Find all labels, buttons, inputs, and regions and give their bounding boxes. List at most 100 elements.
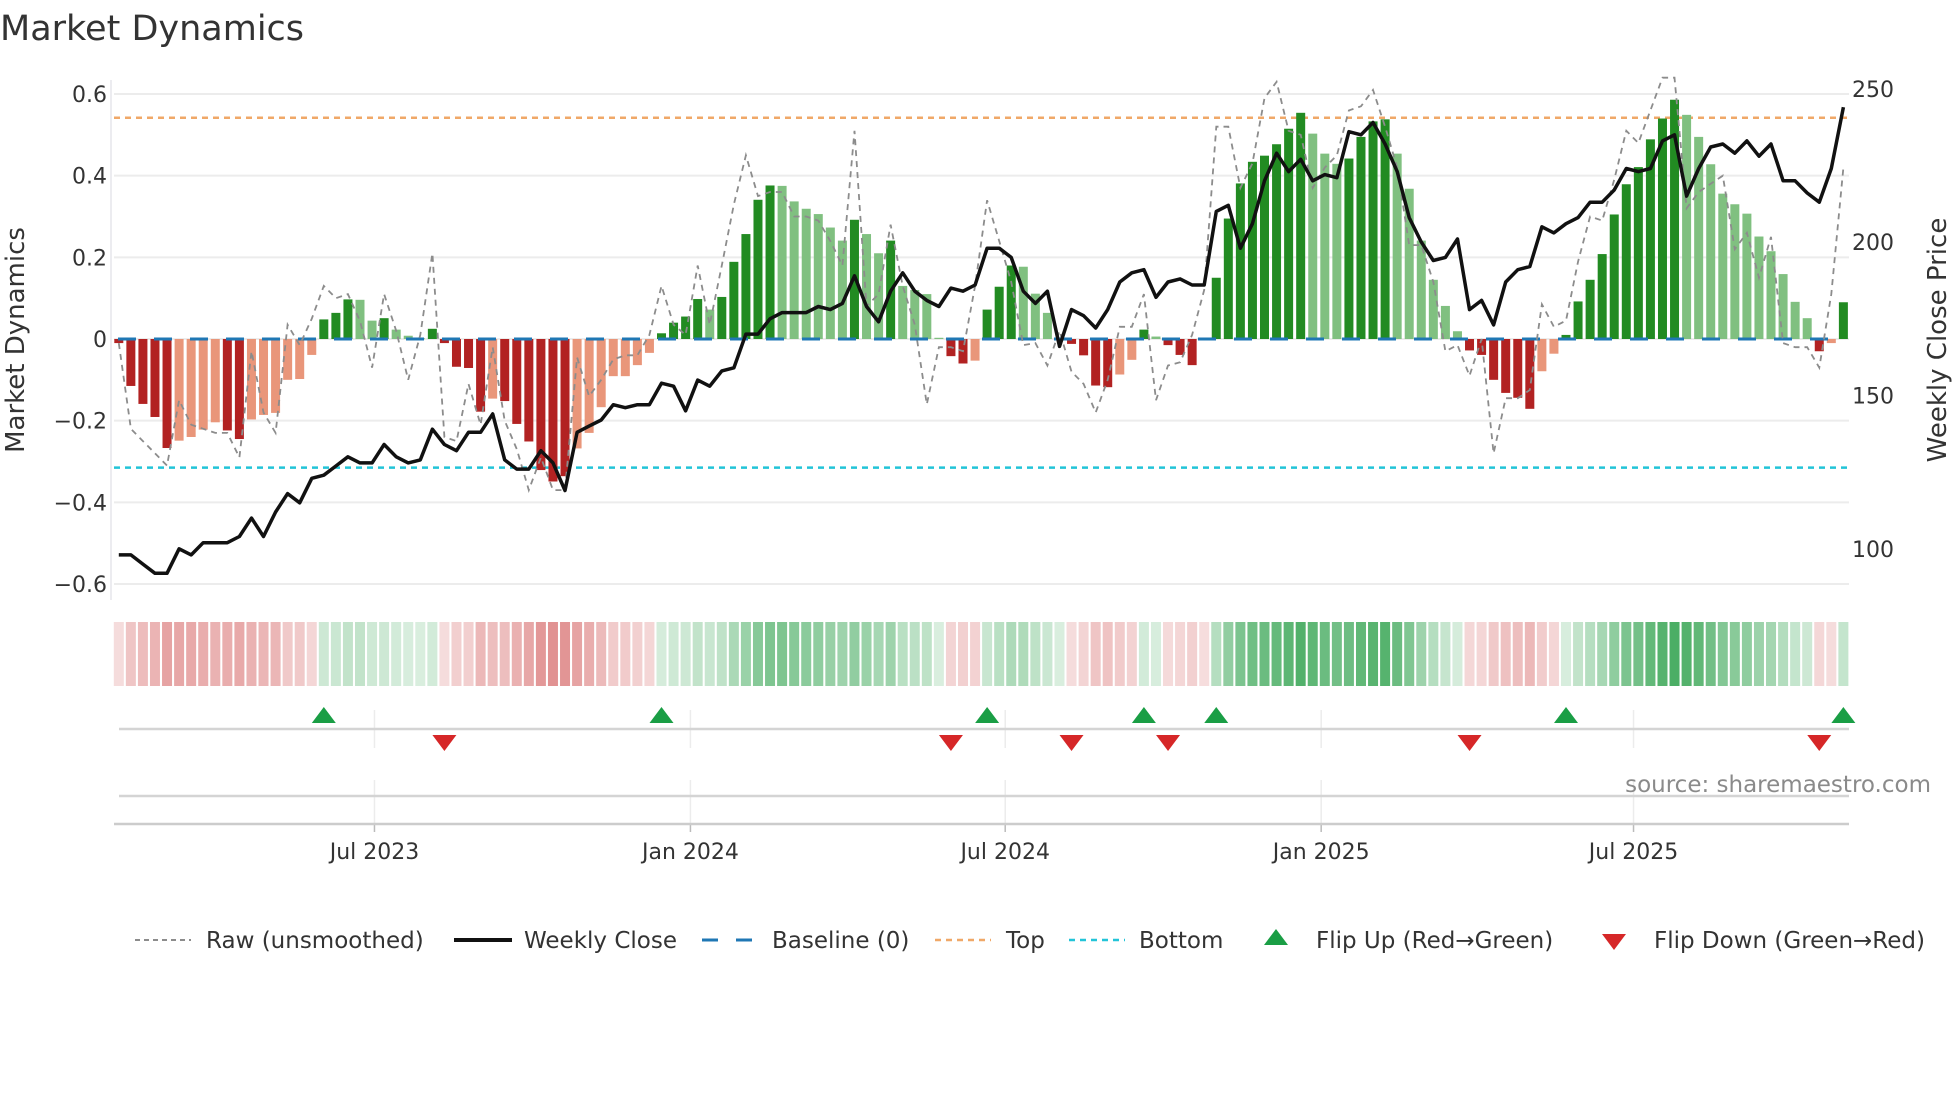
regime-cell — [246, 622, 257, 686]
momentum-bar — [198, 339, 208, 430]
regime-cell — [994, 622, 1005, 686]
regime-cell — [1838, 622, 1849, 686]
regime-cell — [367, 622, 378, 686]
regime-cell — [1741, 622, 1752, 686]
momentum-bar — [1790, 301, 1800, 339]
regime-cell — [813, 622, 824, 686]
flip-up-marker — [1831, 707, 1856, 723]
regime-cell — [379, 622, 390, 686]
regime-cell — [342, 622, 353, 686]
momentum-bar — [717, 296, 727, 339]
regime-cell — [1150, 622, 1161, 686]
regime-cell — [1307, 622, 1318, 686]
momentum-bar — [1766, 251, 1776, 339]
regime-cell — [391, 622, 402, 686]
momentum-bar — [379, 318, 389, 339]
momentum-bar — [1235, 183, 1245, 339]
regime-cell — [1355, 622, 1366, 686]
regime-cell — [656, 622, 667, 686]
regime-cell — [1778, 622, 1789, 686]
momentum-bar — [1356, 136, 1366, 339]
regime-cell — [1512, 622, 1523, 686]
regime-cell — [740, 622, 751, 686]
flip-markers-panel: Jul 2023 Jan 2024 Jul 2024 Jan 2025 Jul 2025 — [114, 707, 1856, 865]
flip-down-marker — [432, 735, 457, 751]
regime-cell — [1669, 622, 1680, 686]
momentum-bar — [801, 208, 811, 339]
legend-raw-label: Raw (unsmoothed) — [206, 928, 424, 954]
x-tick-label: Jan 2024 — [640, 840, 739, 865]
regime-cell — [451, 622, 462, 686]
regime-cell — [668, 622, 679, 686]
market-dynamics-chart: Market Dynamics 0.6 0.4 0.2 0 −0.2 −0.4 −0.6 25… — [0, 9, 1953, 954]
y-tick-label: 0.2 — [72, 246, 107, 271]
regime-cell — [1681, 622, 1692, 686]
y2-tick-label: 150 — [1852, 384, 1894, 409]
regime-cell — [789, 622, 800, 686]
legend-close-label: Weekly Close — [524, 928, 677, 954]
momentum-bar — [1718, 193, 1728, 339]
regime-cell — [355, 622, 365, 686]
regime-cell — [1464, 622, 1475, 686]
regime-cell — [1536, 622, 1547, 686]
regime-cell — [909, 622, 920, 686]
momentum-bar — [910, 290, 920, 339]
regime-cell — [1657, 622, 1668, 686]
momentum-bar — [632, 339, 642, 366]
regime-cell — [149, 622, 160, 686]
regime-cell — [330, 622, 341, 686]
momentum-bar — [1151, 336, 1161, 339]
regime-cell — [752, 622, 763, 686]
flip-down-icon — [1602, 934, 1626, 950]
regime-cell — [222, 622, 233, 686]
momentum-bar — [138, 339, 148, 404]
regime-cell — [487, 622, 498, 686]
legend-top-label: Top — [1005, 928, 1045, 954]
y2-tick-label: 200 — [1852, 231, 1894, 256]
regime-cell — [186, 622, 197, 686]
momentum-bar — [825, 227, 835, 339]
momentum-bar — [1175, 339, 1185, 355]
regime-cell — [1561, 622, 1571, 686]
regime-cell — [933, 622, 944, 686]
regime-cell — [1790, 622, 1801, 686]
y-tick-label: −0.4 — [54, 491, 107, 516]
regime-cell — [1753, 622, 1764, 686]
regime-cell — [596, 622, 607, 686]
regime-cell — [1766, 622, 1777, 686]
momentum-bar — [1332, 163, 1342, 339]
regime-cell — [584, 622, 595, 686]
regime-cell — [1030, 622, 1041, 686]
momentum-bar — [427, 328, 437, 339]
regime-cell — [535, 622, 546, 686]
momentum-bar — [355, 299, 365, 339]
regime-cell — [692, 622, 703, 686]
regime-cell — [1585, 622, 1596, 686]
regime-cell — [1380, 622, 1391, 686]
momentum-bar — [620, 339, 630, 377]
regime-cell — [825, 622, 836, 686]
regime-cell — [1042, 622, 1053, 686]
flip-up-marker — [311, 707, 336, 723]
momentum-bar — [1706, 164, 1716, 339]
regime-cell — [632, 622, 643, 686]
momentum-bar — [813, 214, 823, 339]
momentum-bar — [1308, 133, 1318, 339]
regime-cell — [318, 622, 329, 686]
momentum-bar — [1682, 114, 1692, 340]
momentum-bar — [1428, 279, 1438, 339]
regime-cell — [1802, 622, 1813, 686]
y2-axis-title: Weekly Close Price — [1923, 218, 1953, 463]
momentum-bar — [837, 240, 847, 339]
regime-cell — [547, 622, 558, 686]
regime-cell — [499, 622, 510, 686]
momentum-bar — [1211, 277, 1221, 339]
regime-cell — [1621, 622, 1632, 686]
regime-cell — [1175, 622, 1186, 686]
momentum-bar — [1272, 144, 1282, 339]
regime-cell — [1548, 622, 1559, 686]
regime-cell — [439, 622, 450, 686]
y-tick-label: −0.2 — [54, 410, 107, 435]
regime-cell — [1428, 622, 1439, 686]
momentum-bar — [1006, 265, 1016, 339]
